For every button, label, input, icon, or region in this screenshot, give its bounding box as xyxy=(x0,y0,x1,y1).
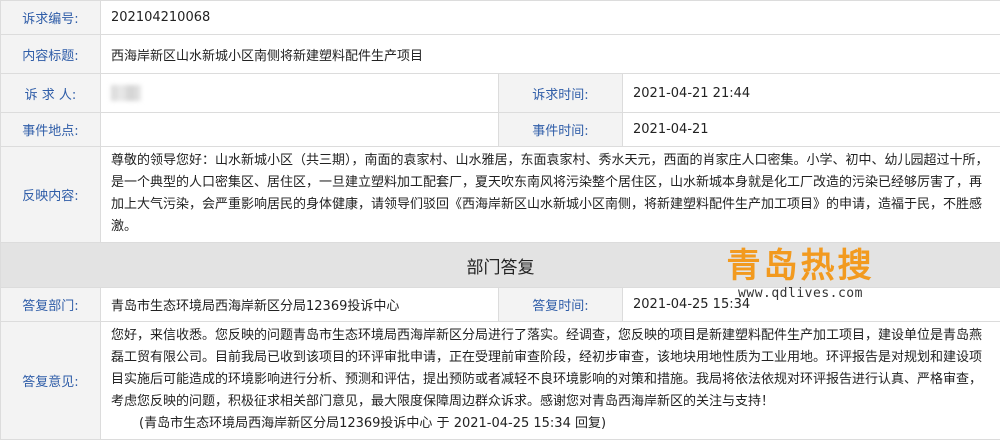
reply-section-header: 部门答复 xyxy=(1,243,1000,288)
time-label: 诉求时间: xyxy=(499,74,623,113)
complaint-table: 诉求编号: 202104210068 内容标题: 西海岸新区山水新城小区南侧将新… xyxy=(0,0,1000,440)
title-label: 内容标题: xyxy=(1,35,101,74)
reply-time-label: 答复时间: xyxy=(499,288,623,322)
reply-signature: (青岛市生态环境局西海岸新区分局12369投诉中心 于 2021-04-25 1… xyxy=(111,413,990,435)
row-content: 反映内容: 尊敬的领导您好：山水新城小区（共三期），南面的袁家村、山水雅居，东面… xyxy=(1,147,1000,243)
row-title: 内容标题: 西海岸新区山水新城小区南侧将新建塑料配件生产项目 xyxy=(1,35,1000,74)
reply-opinion: 您好，来信收悉。您反映的问题青岛市生态环境局西海岸新区分局进行了落实。经调查，您… xyxy=(111,328,982,409)
row-number: 诉求编号: 202104210068 xyxy=(1,1,1000,35)
redacted-name xyxy=(111,85,141,101)
person-label: 诉 求 人: xyxy=(1,74,101,113)
place-label: 事件地点: xyxy=(1,113,101,147)
place-value xyxy=(101,113,499,147)
row-reply-dept: 答复部门: 青岛市生态环境局西海岸新区分局12369投诉中心 答复时间: 202… xyxy=(1,288,1000,322)
person-value xyxy=(101,74,499,113)
complaint-title: 西海岸新区山水新城小区南侧将新建塑料配件生产项目 xyxy=(101,35,1000,74)
reply-dept-label: 答复部门: xyxy=(1,288,101,322)
reply-opinion-label: 答复意见: xyxy=(1,322,101,440)
complaint-content: 尊敬的领导您好：山水新城小区（共三期），南面的袁家村、山水雅居，东面袁家村、秀水… xyxy=(101,147,1000,243)
reply-section-title: 部门答复 xyxy=(1,243,1000,288)
reply-time: 2021-04-25 15:34 xyxy=(623,288,1000,322)
reply-dept: 青岛市生态环境局西海岸新区分局12369投诉中心 xyxy=(101,288,499,322)
reply-opinion-cell: 您好，来信收悉。您反映的问题青岛市生态环境局西海岸新区分局进行了落实。经调查，您… xyxy=(101,322,1000,440)
content-label: 反映内容: xyxy=(1,147,101,243)
event-time-label: 事件时间: xyxy=(499,113,623,147)
row-person: 诉 求 人: 诉求时间: 2021-04-21 21:44 xyxy=(1,74,1000,113)
row-reply-opinion: 答复意见: 您好，来信收悉。您反映的问题青岛市生态环境局西海岸新区分局进行了落实… xyxy=(1,322,1000,440)
complaint-time: 2021-04-21 21:44 xyxy=(623,74,1000,113)
number-label: 诉求编号: xyxy=(1,1,101,35)
complaint-number: 202104210068 xyxy=(101,1,1000,35)
event-time: 2021-04-21 xyxy=(623,113,1000,147)
row-place: 事件地点: 事件时间: 2021-04-21 xyxy=(1,113,1000,147)
